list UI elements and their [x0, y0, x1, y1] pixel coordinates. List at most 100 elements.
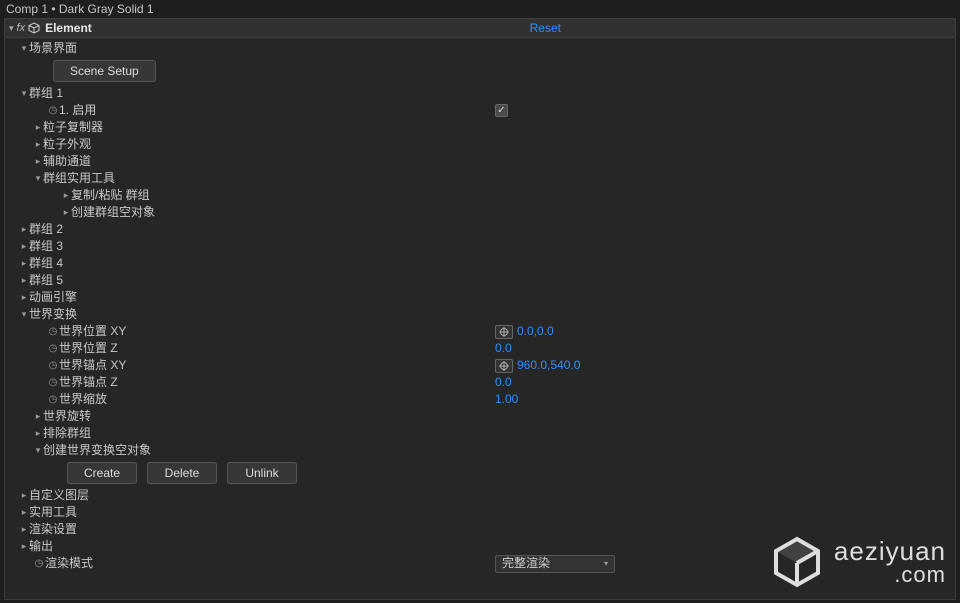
copy-paste-row[interactable]: ▸ 复制/粘贴 群组: [5, 187, 955, 204]
aux-channel-row[interactable]: ▸ 辅助通道: [5, 153, 955, 170]
stopwatch-icon[interactable]: ◷: [47, 374, 59, 391]
group4-row[interactable]: ▸群组 4: [5, 255, 955, 272]
world-rotation-row[interactable]: ▸世界旋转: [5, 408, 955, 425]
world-anchor-z-value[interactable]: 0.0: [495, 374, 512, 391]
group2-label: 群组 2: [29, 221, 63, 238]
anim-engine-row[interactable]: ▸动画引擎: [5, 289, 955, 306]
group1-enable-row: ◷ 1. 启用 ✓: [5, 102, 955, 119]
stopwatch-icon[interactable]: ◷: [33, 555, 45, 572]
twisty-right-icon[interactable]: ▸: [19, 272, 29, 289]
group5-label: 群组 5: [29, 272, 63, 289]
stopwatch-icon[interactable]: ◷: [47, 391, 59, 408]
twisty-right-icon[interactable]: ▸: [33, 408, 43, 425]
world-pos-xy-value[interactable]: 0.0,0.0: [517, 323, 554, 340]
twisty-right-icon[interactable]: ▸: [19, 221, 29, 238]
plugin-cube-icon: [28, 22, 40, 34]
stopwatch-icon[interactable]: ◷: [47, 323, 59, 340]
group2-row[interactable]: ▸群组 2: [5, 221, 955, 238]
group1-enable-checkbox[interactable]: ✓: [495, 104, 508, 117]
group-utils-row[interactable]: ▾ 群组实用工具: [5, 170, 955, 187]
twisty-right-icon[interactable]: ▸: [19, 289, 29, 306]
render-mode-row: ◷渲染模式 完整渲染 ▾: [5, 555, 955, 572]
twisty-right-icon[interactable]: ▸: [19, 255, 29, 272]
particle-look-row[interactable]: ▸ 粒子外观: [5, 136, 955, 153]
render-mode-value: 完整渲染: [502, 555, 550, 572]
twisty-down-icon[interactable]: ▾: [19, 306, 29, 323]
twisty-right-icon[interactable]: ▸: [19, 238, 29, 255]
world-scale-label: 世界缩放: [59, 391, 107, 408]
custom-layer-label: 自定义图层: [29, 487, 89, 504]
utils-row[interactable]: ▸实用工具: [5, 504, 955, 521]
twisty-down-icon[interactable]: ▾: [19, 40, 29, 57]
group1-enable-label: 1. 启用: [59, 102, 96, 119]
twisty-right-icon[interactable]: ▸: [61, 204, 71, 221]
stopwatch-icon[interactable]: ◷: [47, 357, 59, 374]
target-icon[interactable]: [495, 359, 513, 373]
world-pos-z-row: ◷世界位置 Z 0.0: [5, 340, 955, 357]
world-transform-row[interactable]: ▾世界变换: [5, 306, 955, 323]
twisty-down-icon[interactable]: ▾: [19, 85, 29, 102]
world-pos-z-label: 世界位置 Z: [59, 340, 118, 357]
twisty-right-icon[interactable]: ▸: [33, 153, 43, 170]
reset-link[interactable]: Reset: [530, 21, 951, 35]
effect-controls-panel: ▾ 场景界面 Scene Setup ▾ 群组 1 ◷ 1. 启用 ✓ ▸ 粒子…: [4, 38, 956, 600]
twisty-right-icon[interactable]: ▸: [19, 504, 29, 521]
world-pos-xy-row: ◷世界位置 XY 0.0,0.0: [5, 323, 955, 340]
output-label: 输出: [29, 538, 53, 555]
world-pos-xy-label: 世界位置 XY: [59, 323, 126, 340]
stopwatch-icon[interactable]: ◷: [47, 340, 59, 357]
create-group-null-row[interactable]: ▸ 创建群组空对象: [5, 204, 955, 221]
world-pos-z-value[interactable]: 0.0: [495, 340, 512, 357]
custom-layer-row[interactable]: ▸自定义图层: [5, 487, 955, 504]
twisty-right-icon[interactable]: ▸: [33, 119, 43, 136]
unlink-button[interactable]: Unlink: [227, 462, 297, 484]
create-world-null-label: 创建世界变换空对象: [43, 442, 151, 459]
group-utils-label: 群组实用工具: [43, 170, 115, 187]
title-bar: Comp 1 • Dark Gray Solid 1: [0, 0, 960, 18]
group4-label: 群组 4: [29, 255, 63, 272]
world-transform-label: 世界变换: [29, 306, 77, 323]
exclude-group-label: 排除群组: [43, 425, 91, 442]
effect-header: ▾ fx Element Reset: [4, 18, 956, 38]
twisty-right-icon[interactable]: ▸: [33, 425, 43, 442]
create-world-null-row[interactable]: ▾创建世界变换空对象: [5, 442, 955, 459]
title-text: Comp 1 • Dark Gray Solid 1: [6, 2, 154, 16]
twisty-right-icon[interactable]: ▸: [19, 538, 29, 555]
group5-row[interactable]: ▸群组 5: [5, 272, 955, 289]
world-scale-value[interactable]: 1.00: [495, 391, 518, 408]
twisty-down-icon[interactable]: ▾: [33, 170, 43, 187]
twisty-right-icon[interactable]: ▸: [19, 521, 29, 538]
group1-row[interactable]: ▾ 群组 1: [5, 85, 955, 102]
scene-setup-button[interactable]: Scene Setup: [53, 60, 156, 82]
create-group-null-label: 创建群组空对象: [71, 204, 155, 221]
create-button[interactable]: Create: [67, 462, 137, 484]
render-mode-label: 渲染模式: [45, 555, 93, 572]
collapse-icon[interactable]: ▾: [9, 23, 14, 34]
group3-row[interactable]: ▸群组 3: [5, 238, 955, 255]
scene-interface-row[interactable]: ▾ 场景界面: [5, 40, 955, 57]
group3-label: 群组 3: [29, 238, 63, 255]
twisty-right-icon[interactable]: ▸: [19, 487, 29, 504]
twisty-right-icon[interactable]: ▸: [33, 136, 43, 153]
render-mode-dropdown[interactable]: 完整渲染 ▾: [495, 555, 615, 573]
utils-label: 实用工具: [29, 504, 77, 521]
delete-button[interactable]: Delete: [147, 462, 217, 484]
aux-channel-label: 辅助通道: [43, 153, 91, 170]
world-anchor-xy-value[interactable]: 960.0,540.0: [517, 357, 580, 374]
world-scale-row: ◷世界缩放 1.00: [5, 391, 955, 408]
world-anchor-xy-label: 世界锚点 XY: [59, 357, 126, 374]
group1-label: 群组 1: [29, 85, 63, 102]
copy-paste-label: 复制/粘贴 群组: [71, 187, 150, 204]
exclude-group-row[interactable]: ▸排除群组: [5, 425, 955, 442]
world-anchor-z-row: ◷世界锚点 Z 0.0: [5, 374, 955, 391]
render-settings-row[interactable]: ▸渲染设置: [5, 521, 955, 538]
twisty-right-icon[interactable]: ▸: [61, 187, 71, 204]
render-settings-label: 渲染设置: [29, 521, 77, 538]
twisty-down-icon[interactable]: ▾: [33, 442, 43, 459]
chevron-down-icon: ▾: [604, 555, 608, 572]
world-anchor-z-label: 世界锚点 Z: [59, 374, 118, 391]
stopwatch-icon[interactable]: ◷: [47, 102, 59, 119]
output-row[interactable]: ▸输出: [5, 538, 955, 555]
target-icon[interactable]: [495, 325, 513, 339]
particle-replicator-row[interactable]: ▸ 粒子复制器: [5, 119, 955, 136]
